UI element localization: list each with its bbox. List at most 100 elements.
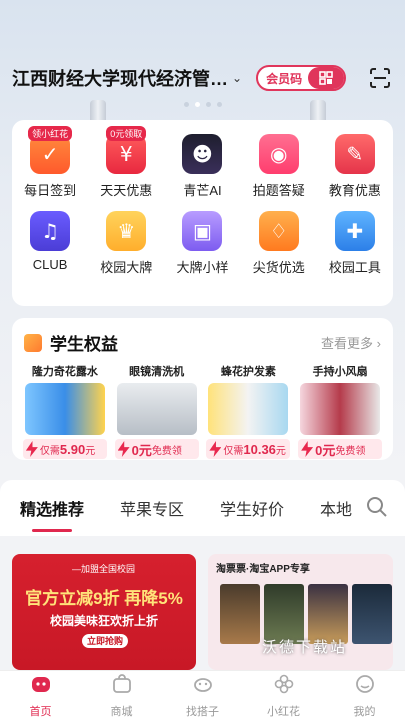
nav-item[interactable]: 找搭子 — [162, 671, 243, 720]
product-name: 蜂花护发素 — [220, 366, 276, 378]
grid-item-label: 青芒AI — [183, 183, 222, 198]
nav-label: 找搭子 — [186, 705, 219, 718]
buy-now-button[interactable]: 立即抢购 — [82, 634, 128, 648]
price-prefix: 仅需 — [39, 445, 60, 457]
mall-icon — [111, 673, 133, 700]
club-icon: ♫ — [30, 211, 71, 251]
lightning-icon — [209, 441, 222, 457]
grid-item-label: CLUB — [32, 257, 68, 272]
search-icon[interactable] — [365, 495, 389, 524]
nav-item[interactable]: 小红花 — [243, 671, 324, 720]
sample-icon: ▣ — [182, 211, 223, 251]
grid-item[interactable]: ♢ 尖货优选 — [241, 211, 317, 276]
product-image — [208, 383, 289, 435]
price-suffix: 元 — [85, 445, 96, 457]
nav-label: 商城 — [110, 705, 133, 718]
grid-item-label: 尖货优选 — [252, 260, 305, 275]
price-tag[interactable]: 仅需 10.36 元 — [206, 439, 291, 459]
product-image — [116, 383, 197, 435]
ai-mascot-icon: ☻ — [182, 134, 223, 174]
product-name: 眼镜清洗机 — [129, 366, 185, 378]
grid-item-label: 校园大牌 — [100, 260, 153, 275]
grid-item[interactable]: ✚ 校园工具 — [317, 211, 393, 276]
buddy-icon — [192, 673, 214, 700]
tab-1[interactable]: 苹果专区 — [120, 496, 184, 520]
price-value: 0元 — [315, 442, 336, 458]
lightning-icon — [301, 441, 314, 457]
tab-3[interactable]: 本地 — [320, 496, 352, 520]
grid-item[interactable]: ♫ CLUB — [12, 211, 88, 276]
movie-poster[interactable] — [308, 584, 348, 644]
section-title: 学生权益 — [50, 335, 118, 354]
lightning-icon — [117, 441, 130, 457]
grid-item-label: 拍题答疑 — [252, 183, 305, 198]
member-code-button[interactable]: 会员码 — [256, 65, 347, 91]
grid-item-label: 校园工具 — [328, 260, 381, 275]
grid-item[interactable]: ☻ 青芒AI — [164, 134, 240, 199]
education-icon: ✎ — [334, 134, 375, 174]
see-more-link[interactable]: 查看更多 › — [321, 333, 381, 352]
grid-item[interactable]: ♛ 校园大牌 — [88, 211, 164, 276]
grid-item[interactable]: ◉ 拍题答疑 — [241, 134, 317, 199]
lightning-icon — [25, 441, 38, 457]
price-suffix: 元 — [275, 445, 286, 457]
price-tag[interactable]: 0元 免费领 — [114, 439, 199, 459]
top-header: 江西财经大学现代经济管… ⌄ 会员码 — [0, 58, 405, 98]
nav-item[interactable]: 商城 — [81, 671, 162, 720]
grid-item-label: 每日签到 — [24, 183, 77, 198]
banner-header: 淘票票·淘宝APP专享 — [216, 564, 310, 575]
product-name: 手持小风扇 — [312, 366, 368, 378]
profile-icon — [354, 673, 376, 700]
flower-icon — [273, 673, 295, 700]
content-tabs: 精选推荐 苹果专区 学生好价 本地 — [0, 480, 405, 536]
price-suffix: 免费领 — [335, 445, 366, 457]
banner-logo-text: —加盟全国校园 — [72, 564, 136, 574]
price-prefix: 仅需 — [223, 445, 244, 457]
grid-item[interactable]: ✎ 教育优惠 — [317, 134, 393, 199]
product-image — [300, 383, 381, 435]
price-value: 10.36 — [243, 441, 276, 457]
nav-label: 小红花 — [267, 705, 300, 718]
price-value: 5.90 — [59, 441, 86, 457]
nav-label: 我的 — [353, 705, 376, 718]
chevron-down-icon[interactable]: ⌄ — [232, 71, 242, 85]
rights-product[interactable]: 手持小风扇 0元 免费领 — [297, 363, 383, 459]
grid-item-tag: 领小红花 — [28, 126, 73, 141]
price-tag[interactable]: 0元 免费领 — [298, 439, 383, 459]
camera-icon: ◉ — [258, 134, 299, 174]
price-suffix: 免费领 — [151, 445, 182, 457]
campus-name[interactable]: 江西财经大学现代经济管… — [12, 65, 228, 91]
discount-icon: ¥0元领取 — [106, 126, 147, 174]
shopping-bag-icon: ♢ — [258, 211, 299, 251]
grid-item[interactable]: ▣ 大牌小样 — [164, 211, 240, 276]
carousel-indicator — [0, 102, 405, 107]
rights-product[interactable]: 隆力奇花露水仅需 5.90 元 — [22, 363, 108, 459]
movie-poster[interactable] — [220, 584, 260, 644]
crown-icon: ♛ — [106, 211, 147, 251]
daily-checkin-icon: ✓ 领小红花 — [28, 126, 73, 174]
product-image — [24, 383, 105, 435]
promo-banner-left[interactable]: —加盟全国校园 官方立减9折 再降5% 校园美味狂欢折上折 立即抢购 — [12, 554, 196, 670]
nav-item[interactable]: 首页 — [0, 671, 81, 720]
grid-item-label: 教育优惠 — [328, 183, 381, 198]
product-name: 隆力奇花露水 — [31, 366, 98, 378]
banner-headline: 官方立减9折 再降5% — [25, 589, 183, 608]
tab-2[interactable]: 学生好价 — [220, 496, 284, 520]
movie-poster[interactable] — [352, 584, 392, 644]
bottom-navigation: 首页 商城 找搭子 小红花 我的 — [0, 670, 405, 720]
rights-product[interactable]: 眼镜清洗机 0元 免费领 — [114, 363, 200, 459]
grid-item[interactable]: ¥0元领取 天天优惠 — [88, 126, 164, 199]
qr-code-icon — [308, 67, 345, 89]
movie-poster[interactable] — [264, 584, 304, 644]
member-code-label: 会员码 — [266, 71, 303, 86]
grid-item[interactable]: ✓ 领小红花每日签到 — [12, 126, 88, 199]
price-value: 0元 — [131, 442, 152, 458]
rights-product[interactable]: 蜂花护发素仅需 10.36 元 — [206, 363, 292, 459]
tab-0[interactable]: 精选推荐 — [20, 496, 84, 532]
nav-label: 首页 — [29, 705, 52, 718]
grid-item-tag: 0元领取 — [106, 126, 147, 141]
price-tag[interactable]: 仅需 5.90 元 — [22, 439, 107, 459]
nav-item[interactable]: 我的 — [324, 671, 405, 720]
scan-icon[interactable] — [367, 65, 393, 91]
puzzle-icon: ✚ — [334, 211, 375, 251]
